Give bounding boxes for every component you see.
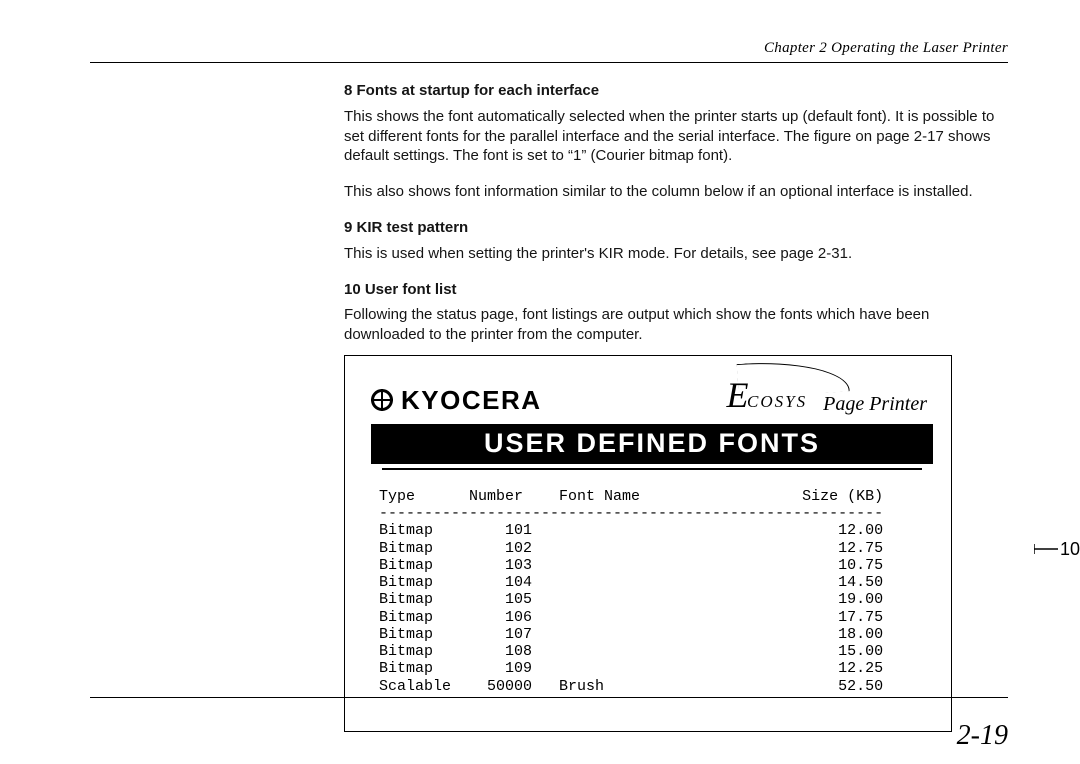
section-8-para-2: This also shows font information similar… — [344, 182, 1004, 202]
manual-page: Chapter 2 Operating the Laser Printer 8 … — [0, 0, 1080, 764]
ecosys-block: ECOSYS Page Printer — [727, 374, 927, 416]
callout-10: 10 — [1034, 539, 1080, 560]
kyocera-logo: KYOCERA — [371, 385, 542, 416]
under-rule — [382, 468, 922, 470]
printout-header-row: KYOCERA ECOSYS Page Printer — [371, 374, 933, 416]
user-font-table: Type Number Font Name Size (KB) --------… — [379, 488, 933, 695]
section-8-para-1: This shows the font automatically select… — [344, 107, 1004, 166]
section-10-para-1: Following the status page, font listings… — [344, 305, 1004, 345]
running-header: Chapter 2 Operating the Laser Printer — [90, 40, 1008, 57]
user-defined-fonts-bar: USER DEFINED FONTS — [371, 424, 933, 464]
kyocera-wordmark: KYOCERA — [401, 385, 542, 416]
top-rule — [90, 62, 1008, 63]
page-number: 2-19 — [957, 720, 1008, 752]
section-9-para-1: This is used when setting the printer's … — [344, 244, 1004, 264]
printout-panel: KYOCERA ECOSYS Page Printer USER DEFINED… — [344, 355, 952, 732]
section-10-heading: 10 User font list — [344, 280, 1004, 300]
ecosys-rest: COSYS — [747, 392, 807, 412]
callout-10-label: 10 — [1060, 539, 1080, 560]
ecosys-logo: ECOSYS — [727, 374, 808, 416]
kyocera-mark-icon — [371, 389, 393, 411]
section-9-heading: 9 KIR test pattern — [344, 218, 1004, 238]
user-font-list-figure-wrap: KYOCERA ECOSYS Page Printer USER DEFINED… — [344, 355, 1016, 732]
page-printer-label: Page Printer — [823, 393, 927, 416]
body-text: 8 Fonts at startup for each interface Th… — [344, 81, 1004, 345]
ecosys-cap-e: E — [727, 374, 750, 416]
callout-tick-icon — [1034, 548, 1058, 550]
bottom-rule — [90, 697, 1008, 698]
section-8-heading: 8 Fonts at startup for each interface — [344, 81, 1004, 101]
